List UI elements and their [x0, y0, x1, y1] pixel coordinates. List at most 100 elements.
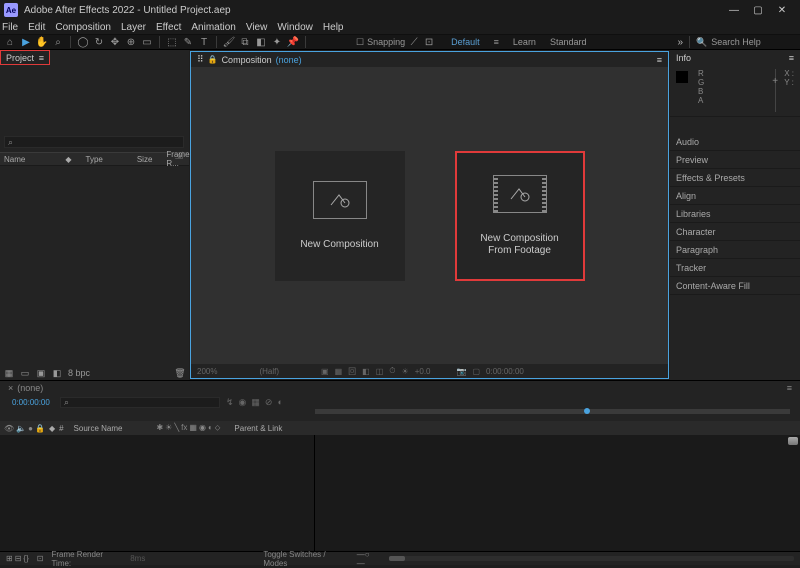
- maximize-button[interactable]: ▢: [752, 5, 764, 16]
- time-nav-icon[interactable]: ⏱: [389, 366, 395, 376]
- panel-menu-icon[interactable]: ≡: [787, 383, 792, 393]
- orbit-tool-icon[interactable]: ◯: [77, 36, 89, 48]
- rotate-tool-icon[interactable]: ↻: [93, 36, 105, 48]
- menu-view[interactable]: View: [246, 22, 268, 33]
- panel-audio[interactable]: Audio: [670, 133, 800, 151]
- snapping-checkbox[interactable]: ☐: [356, 37, 364, 48]
- parent-link-column[interactable]: Parent & Link: [234, 424, 282, 433]
- timeline-close-icon[interactable]: ×: [8, 383, 13, 393]
- timeline-tab-label[interactable]: (none): [17, 383, 43, 393]
- timeline-scrollbar[interactable]: [389, 556, 794, 561]
- lock-icon[interactable]: 🔒: [208, 55, 218, 64]
- type-tool-icon[interactable]: T: [198, 36, 210, 48]
- exposure-icon[interactable]: ☀: [402, 367, 409, 376]
- layer-list-area[interactable]: [0, 435, 315, 551]
- clone-tool-icon[interactable]: ⧉: [239, 36, 251, 48]
- anchor-tool-icon[interactable]: ⊕: [125, 36, 137, 48]
- toggle-switch3-icon[interactable]: {}: [23, 554, 28, 563]
- panel-menu-icon[interactable]: ≡: [657, 55, 662, 65]
- workspace-default[interactable]: Default: [451, 37, 480, 47]
- panel-align[interactable]: Align: [670, 187, 800, 205]
- tl-opt4-icon[interactable]: ⊘: [265, 397, 273, 408]
- fx-icon[interactable]: fx: [181, 423, 187, 433]
- adjustment-icon[interactable]: ◐: [208, 423, 213, 433]
- workspace-standard[interactable]: Standard: [550, 37, 587, 47]
- source-name-column[interactable]: Source Name: [74, 424, 123, 433]
- timeline-track-area[interactable]: [315, 435, 800, 551]
- menu-layer[interactable]: Layer: [121, 22, 146, 33]
- new-folder-icon[interactable]: ▭: [20, 368, 30, 378]
- col-size[interactable]: Size: [137, 155, 153, 164]
- snap-opt2-icon[interactable]: ⊡: [423, 36, 435, 48]
- menu-effect[interactable]: Effect: [156, 22, 181, 33]
- audio-column-icon[interactable]: 🔈: [16, 424, 26, 433]
- workspace-menu-icon[interactable]: ≡: [494, 37, 499, 47]
- bpc-label[interactable]: 8 bpc: [68, 368, 90, 378]
- info-tab-label[interactable]: Info: [676, 53, 691, 63]
- menu-help[interactable]: Help: [323, 22, 344, 33]
- exposure-value[interactable]: +0.0: [415, 367, 431, 376]
- menu-animation[interactable]: Animation: [191, 22, 235, 33]
- current-timecode[interactable]: 0:00:00:00: [12, 398, 54, 407]
- close-button[interactable]: ✕: [776, 5, 788, 16]
- adjust-icon[interactable]: ◧: [52, 368, 62, 378]
- tl-opt3-icon[interactable]: ▦: [251, 397, 260, 408]
- grid-icon[interactable]: ▦: [335, 367, 343, 376]
- minimize-button[interactable]: —: [728, 5, 740, 16]
- panel-paragraph[interactable]: Paragraph: [670, 241, 800, 259]
- toggle-switch2-icon[interactable]: ⊟: [15, 554, 22, 563]
- motion-blur-icon[interactable]: ◉: [199, 423, 206, 433]
- puppet-tool-icon[interactable]: 📌: [287, 36, 299, 48]
- panel-effects-presets[interactable]: Effects & Presets: [670, 169, 800, 187]
- panel-menu-icon[interactable]: ≡: [39, 53, 44, 63]
- panel-character[interactable]: Character: [670, 223, 800, 241]
- 3d-icon[interactable]: ⬦: [215, 423, 221, 433]
- project-tab[interactable]: Project ≡: [0, 50, 50, 65]
- tl-opt5-icon[interactable]: ◐: [277, 397, 282, 408]
- show-snapshot-icon[interactable]: ▢: [472, 367, 480, 376]
- shape-tool-icon[interactable]: ▭: [141, 36, 153, 48]
- panel-grip-icon[interactable]: ⠿: [197, 54, 204, 65]
- zoom-level[interactable]: 200%: [197, 367, 217, 376]
- menu-composition[interactable]: Composition: [55, 22, 111, 33]
- panel-preview[interactable]: Preview: [670, 151, 800, 169]
- snap-opt1-icon[interactable]: ⟋: [408, 36, 420, 48]
- hand-tool-icon[interactable]: ✋: [36, 36, 48, 48]
- mask-tool-icon[interactable]: ⬚: [166, 36, 178, 48]
- workspace-overflow-icon[interactable]: »: [677, 37, 683, 48]
- panel-libraries[interactable]: Libraries: [670, 205, 800, 223]
- tl-opt1-icon[interactable]: ↯: [226, 397, 234, 408]
- index-column[interactable]: #: [59, 424, 63, 433]
- preview-opt-icon[interactable]: ▣: [321, 367, 329, 376]
- brush-tool-icon[interactable]: 🖌: [223, 36, 235, 48]
- panel-menu-icon[interactable]: ≡: [789, 53, 794, 63]
- panel-tracker[interactable]: Tracker: [670, 259, 800, 277]
- frame-blend-icon[interactable]: ▦: [189, 423, 197, 433]
- eye-column-icon[interactable]: 👁: [4, 424, 14, 433]
- label-column-icon[interactable]: ◆: [49, 424, 55, 433]
- project-tree-icon[interactable]: ⇲: [175, 151, 183, 162]
- roto-tool-icon[interactable]: ✦: [271, 36, 283, 48]
- shy-icon[interactable]: ✱: [156, 423, 163, 433]
- resolution-label[interactable]: (Half): [259, 367, 279, 376]
- mask-view-icon[interactable]: ◧: [362, 367, 370, 376]
- search-help-input[interactable]: Search Help: [711, 37, 761, 47]
- home-icon[interactable]: ⌂: [4, 36, 16, 48]
- toggle-switch1-icon[interactable]: ⊞: [6, 554, 13, 563]
- col-type[interactable]: Type: [86, 155, 103, 164]
- trash-icon[interactable]: 🗑: [175, 368, 185, 378]
- region-icon[interactable]: ◫: [376, 367, 384, 376]
- timecode-display[interactable]: 0:00:00:00: [486, 367, 524, 376]
- interpret-footage-icon[interactable]: ▦: [4, 368, 14, 378]
- panel-content-aware-fill[interactable]: Content-Aware Fill: [670, 277, 800, 295]
- collapse-icon[interactable]: ☀: [165, 423, 172, 433]
- solo-column-icon[interactable]: ●: [28, 424, 33, 433]
- work-area-bar[interactable]: [315, 409, 790, 414]
- timeline-search-input[interactable]: ⌕: [60, 397, 220, 408]
- pen-tool-icon[interactable]: ✎: [182, 36, 194, 48]
- snapshot-icon[interactable]: 📷: [457, 367, 467, 376]
- guides-icon[interactable]: 回: [348, 366, 356, 377]
- col-tag-icon[interactable]: ◆: [65, 155, 71, 164]
- new-composition-button[interactable]: New Composition: [275, 151, 405, 281]
- workspace-learn[interactable]: Learn: [513, 37, 536, 47]
